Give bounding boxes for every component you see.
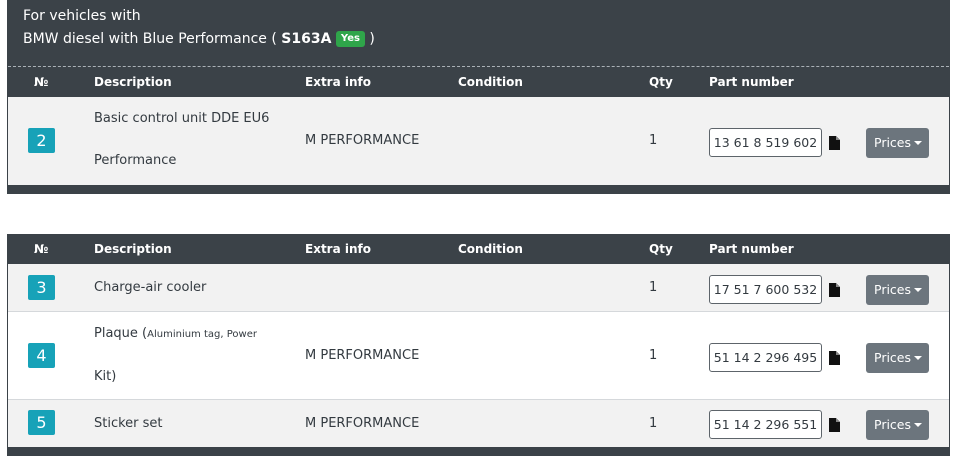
extra-info: M PERFORMANCE: [305, 348, 420, 363]
document-icon[interactable]: [829, 136, 840, 150]
column-header-extra-info: Extra info: [305, 75, 371, 89]
position-number-badge[interactable]: 5: [28, 410, 55, 435]
part-number-field[interactable]: 51 14 2 296 495: [709, 343, 822, 372]
caret-down-icon: [914, 423, 923, 427]
column-header-no: №: [34, 75, 49, 89]
column-header-description: Description: [94, 75, 172, 89]
column-header-no: №: [34, 242, 49, 256]
table-header: № Description Extra info Condition Qty P…: [8, 67, 949, 97]
quantity: 1: [649, 416, 658, 431]
column-header-qty: Qty: [649, 242, 673, 256]
position-number-badge[interactable]: 4: [28, 343, 55, 368]
part-number-field[interactable]: 51 14 2 296 551: [709, 410, 822, 439]
table-header: № Description Extra info Condition Qty P…: [8, 234, 949, 264]
column-header-description: Description: [94, 242, 172, 256]
document-icon[interactable]: [829, 283, 840, 297]
part-description: Basic control unit DDE EU6 Performance: [94, 111, 279, 169]
caret-down-icon: [914, 141, 923, 145]
part-description: Sticker set: [94, 416, 163, 431]
column-header-part-number: Part number: [709, 242, 794, 256]
prices-label: Prices: [874, 135, 912, 150]
part-number-field[interactable]: 13 61 8 519 602: [709, 128, 822, 157]
prices-dropdown-button[interactable]: Prices: [866, 410, 929, 440]
extra-info: M PERFORMANCE: [305, 133, 420, 148]
position-number-badge[interactable]: 2: [28, 128, 55, 153]
prices-dropdown-button[interactable]: Prices: [866, 343, 929, 373]
part-description-main: Plaque (: [94, 326, 148, 341]
prices-dropdown-button[interactable]: Prices: [866, 128, 929, 158]
part-description-line1: Plaque (Aluminium tag, Power: [94, 326, 279, 343]
column-header-extra-info: Extra info: [305, 242, 371, 256]
extra-info: M PERFORMANCE: [305, 416, 420, 431]
vehicle-header-text: BMW diesel with Blue Performance (: [23, 31, 277, 47]
document-icon[interactable]: [829, 418, 840, 432]
vehicle-option-code: S163A: [281, 31, 332, 47]
quantity: 1: [649, 133, 658, 148]
part-description-line1: Basic control unit DDE EU6: [94, 111, 270, 126]
column-header-part-number: Part number: [709, 75, 794, 89]
parts-panel-1: For vehicles with BMW diesel with Blue P…: [7, 0, 950, 194]
position-number-badge[interactable]: 3: [28, 275, 55, 300]
part-number-field[interactable]: 17 51 7 600 532: [709, 275, 822, 304]
parts-panel-2: № Description Extra info Condition Qty P…: [7, 234, 950, 456]
vehicle-header-line1: For vehicles with: [23, 8, 141, 24]
table-row: 5 Sticker set M PERFORMANCE 1 51 14 2 29…: [8, 400, 949, 447]
table-row: 4 Plaque (Aluminium tag, Power Kit) M PE…: [8, 312, 949, 400]
caret-down-icon: [914, 288, 923, 292]
prices-label: Prices: [874, 417, 912, 432]
prices-dropdown-button[interactable]: Prices: [866, 275, 929, 305]
yes-badge: Yes: [335, 31, 365, 47]
quantity: 1: [649, 348, 658, 363]
prices-label: Prices: [874, 350, 912, 365]
part-description-line2: Kit): [94, 369, 117, 384]
column-header-qty: Qty: [649, 75, 673, 89]
caret-down-icon: [914, 356, 923, 360]
column-header-condition: Condition: [458, 242, 523, 256]
quantity: 1: [649, 280, 658, 295]
table-row: 2 Basic control unit DDE EU6 Performance…: [8, 97, 949, 185]
table-row: 3 Charge-air cooler 1 17 51 7 600 532 Pr…: [8, 264, 949, 312]
prices-label: Prices: [874, 282, 912, 297]
vehicle-header-close: ): [369, 31, 375, 47]
part-description: Plaque (Aluminium tag, Power Kit): [94, 326, 279, 385]
document-icon[interactable]: [829, 351, 840, 365]
part-description: Charge-air cooler: [94, 280, 207, 295]
vehicle-header-line2: BMW diesel with Blue Performance ( S163A…: [23, 30, 949, 48]
part-description-line2: Performance: [94, 153, 177, 168]
part-description-note: Aluminium tag, Power: [147, 329, 257, 340]
column-header-condition: Condition: [458, 75, 523, 89]
vehicle-condition-header: For vehicles with BMW diesel with Blue P…: [8, 0, 949, 67]
